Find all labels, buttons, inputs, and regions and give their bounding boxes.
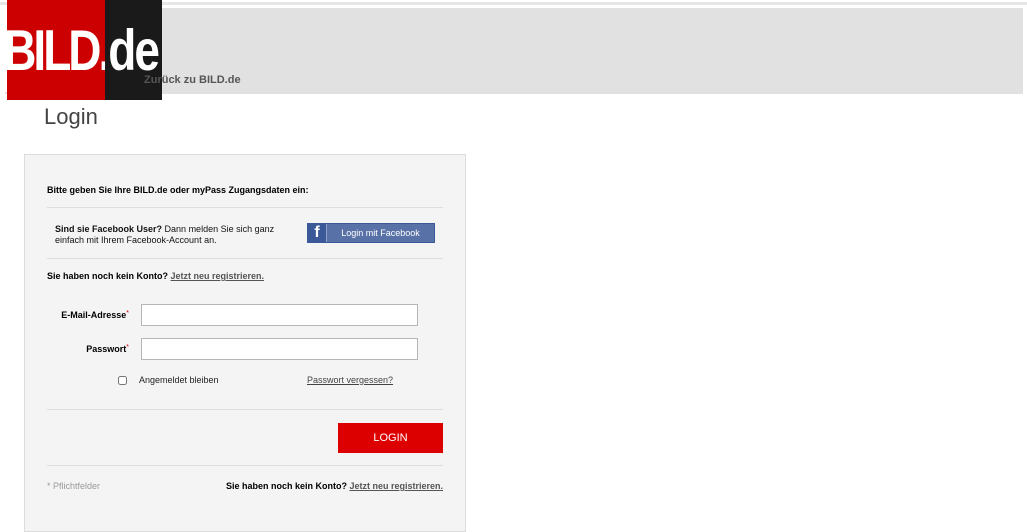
password-label: Passwort* xyxy=(39,344,129,354)
bild-logo[interactable]: BILD. de xyxy=(5,0,162,100)
divider xyxy=(47,465,443,466)
register-prompt-bottom: Sie haben noch kein Konto? Jetzt neu reg… xyxy=(226,481,443,491)
register-link-top[interactable]: Jetzt neu registrieren. xyxy=(171,271,265,281)
password-label-text: Passwort xyxy=(86,344,127,354)
login-button[interactable]: LOGIN xyxy=(338,423,443,453)
divider xyxy=(47,258,443,259)
email-label-text: E-Mail-Adresse xyxy=(61,310,127,320)
facebook-login-label: Login mit Facebook xyxy=(341,228,420,238)
facebook-login-button[interactable]: f Login mit Facebook xyxy=(307,223,435,243)
register-prompt-text: Sie haben noch kein Konto? xyxy=(47,271,169,281)
required-fields-note: * Pflichtfelder xyxy=(47,481,101,491)
logo-red-part: BILD. xyxy=(7,0,105,100)
register-prompt-text: Sie haben noch kein Konto? xyxy=(225,481,347,491)
divider xyxy=(47,409,443,410)
login-panel: Bitte geben Sie Ihre BILD.de oder myPass… xyxy=(24,154,466,532)
email-field[interactable] xyxy=(141,304,418,326)
email-label: E-Mail-Adresse* xyxy=(39,310,129,320)
remember-me-checkbox[interactable] xyxy=(118,376,127,385)
page-title: Login xyxy=(44,104,98,129)
required-marker: * xyxy=(126,344,129,351)
register-prompt-top: Sie haben noch kein Konto? Jetzt neu reg… xyxy=(47,271,264,281)
facebook-info-text: Sind sie Facebook User? Dann melden Sie … xyxy=(55,224,285,246)
required-marker: * xyxy=(126,310,129,317)
password-field[interactable] xyxy=(141,338,418,360)
register-link-bottom[interactable]: Jetzt neu registrieren. xyxy=(349,481,443,491)
site-header: BILD. de Zurück zu BILD.de xyxy=(5,0,1023,100)
logo-text-bild: BILD xyxy=(7,17,102,83)
logo-wordmark: BILD. de xyxy=(7,0,162,100)
forgot-password-link[interactable]: Passwort vergessen? xyxy=(307,375,393,385)
back-to-bild-link[interactable]: Zurück zu BILD.de xyxy=(144,74,241,86)
remember-me-label: Angemeldet bleiben xyxy=(139,375,219,385)
divider xyxy=(47,207,443,208)
login-intro-text: Bitte geben Sie Ihre BILD.de oder myPass… xyxy=(47,185,309,195)
facebook-icon: f xyxy=(308,224,327,242)
facebook-info-bold: Sind sie Facebook User? xyxy=(55,224,163,234)
